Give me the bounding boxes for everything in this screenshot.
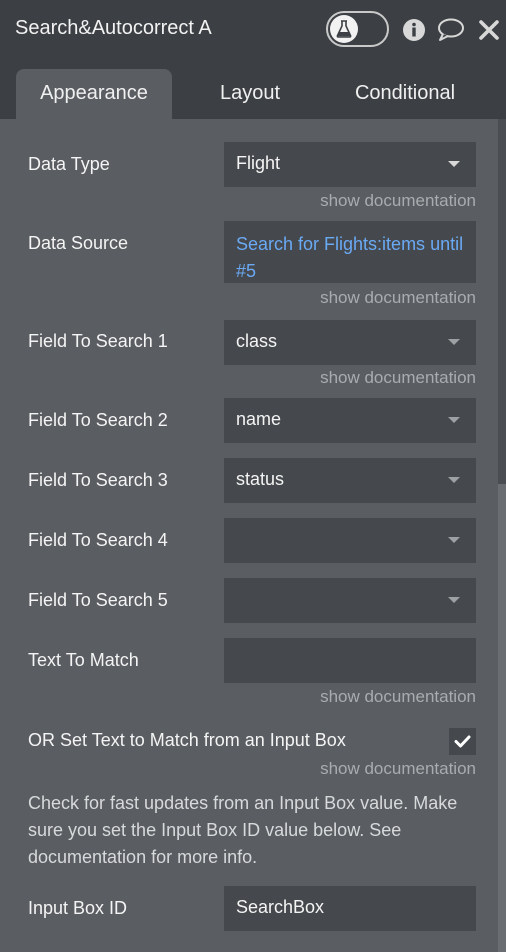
field-to-search-2-dropdown[interactable]: name bbox=[224, 398, 476, 443]
field-to-search-1-value: class bbox=[236, 331, 278, 351]
info-icon[interactable] bbox=[401, 17, 427, 43]
data-source-value[interactable]: Search for Flights:items until #5 bbox=[236, 231, 466, 285]
or-set-text-checkbox[interactable] bbox=[449, 728, 476, 755]
field-to-search-2-value: name bbox=[236, 409, 282, 429]
element-title[interactable]: Search&Autocorrect A bbox=[15, 17, 212, 40]
tab-appearance[interactable]: Appearance bbox=[16, 69, 172, 119]
field-to-search-3-label: Field To Search 3 bbox=[28, 470, 168, 490]
field-to-search-5-dropdown[interactable] bbox=[224, 578, 476, 623]
chevron-down-icon bbox=[448, 537, 460, 543]
data-source-expression[interactable]: Search for Flights:items until #5 bbox=[224, 221, 476, 283]
tab-conditional[interactable]: Conditional bbox=[330, 69, 480, 119]
field-to-search-3-dropdown[interactable]: status bbox=[224, 458, 476, 503]
tab-layout[interactable]: Layout bbox=[190, 69, 310, 119]
input-box-id-label: Input Box ID bbox=[28, 898, 128, 918]
field-to-search-5-label: Field To Search 5 bbox=[28, 590, 168, 610]
debug-mode-toggle[interactable] bbox=[326, 11, 389, 47]
input-box-id-input[interactable]: SearchBox bbox=[224, 886, 476, 931]
chevron-down-icon bbox=[448, 477, 460, 483]
field-to-search-3-value: status bbox=[236, 469, 285, 489]
flask-icon bbox=[330, 15, 358, 43]
checkmark-icon bbox=[454, 735, 471, 748]
help-text: Check for fast updates from an Input Box… bbox=[28, 793, 458, 867]
field-to-search-4-dropdown[interactable] bbox=[224, 518, 476, 563]
data-type-dropdown[interactable]: Flight bbox=[224, 142, 476, 187]
title-bar: Search&Autocorrect A bbox=[0, 0, 506, 58]
field-to-search-4-label: Field To Search 4 bbox=[28, 530, 168, 550]
show-documentation-link[interactable]: show documentation bbox=[320, 288, 476, 308]
text-to-match-input[interactable] bbox=[224, 638, 476, 683]
show-documentation-link[interactable]: show documentation bbox=[320, 687, 476, 707]
field-to-search-1-dropdown[interactable]: class bbox=[224, 320, 476, 365]
scrollbar-thumb[interactable] bbox=[498, 119, 506, 484]
data-type-value: Flight bbox=[236, 153, 281, 173]
show-documentation-link[interactable]: show documentation bbox=[320, 191, 476, 211]
chevron-down-icon bbox=[448, 417, 460, 423]
show-documentation-link[interactable]: show documentation bbox=[320, 368, 476, 388]
scrollbar[interactable] bbox=[498, 119, 506, 952]
close-icon[interactable] bbox=[477, 17, 503, 43]
or-set-text-label: OR Set Text to Match from an Input Box bbox=[28, 730, 346, 750]
show-documentation-link[interactable]: show documentation bbox=[320, 759, 476, 779]
chevron-down-icon bbox=[448, 339, 460, 345]
chevron-down-icon bbox=[448, 161, 460, 167]
tab-bar: Appearance Layout Conditional bbox=[0, 58, 506, 119]
input-box-id-value: SearchBox bbox=[236, 897, 325, 917]
data-source-label: Data Source bbox=[28, 233, 129, 253]
text-to-match-label: Text To Match bbox=[28, 650, 139, 670]
field-to-search-1-label: Field To Search 1 bbox=[28, 331, 168, 351]
chevron-down-icon bbox=[448, 597, 460, 603]
comment-icon[interactable] bbox=[437, 17, 464, 43]
field-to-search-2-label: Field To Search 2 bbox=[28, 410, 168, 430]
data-type-label: Data Type bbox=[28, 154, 110, 174]
